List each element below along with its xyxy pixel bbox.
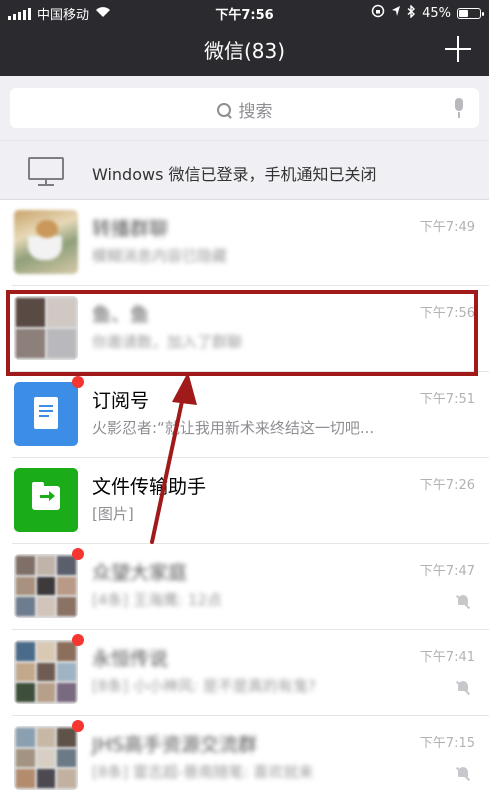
chat-name: 永恒传说 bbox=[92, 648, 169, 670]
unread-dot bbox=[72, 376, 84, 388]
chat-name: 众望大家庭 bbox=[92, 562, 188, 584]
subscription-document-icon bbox=[34, 397, 58, 429]
avatar bbox=[14, 210, 78, 274]
orientation-lock-icon bbox=[371, 4, 385, 22]
muted-bell-icon bbox=[455, 680, 471, 696]
avatar bbox=[14, 720, 84, 790]
chat-preview: 模糊消息内容已隐藏 bbox=[92, 247, 228, 265]
status-bar: 中国移动 下午7:56 45% bbox=[0, 0, 489, 24]
notice-text: Windows 微信已登录，手机通知已关闭 bbox=[92, 165, 377, 184]
bluetooth-icon bbox=[407, 3, 416, 22]
chat-preview: 你邀请数，加入了群聊 bbox=[92, 333, 243, 351]
avatar bbox=[14, 296, 78, 360]
monitor-icon bbox=[28, 157, 64, 187]
unread-dot bbox=[72, 548, 84, 560]
chat-time: 下午7:56 bbox=[419, 306, 475, 321]
battery-icon bbox=[457, 7, 484, 19]
chat-row[interactable]: 鱼、鱼 你邀请数，加入了群聊 下午7:56 bbox=[0, 286, 489, 372]
chat-time: 下午7:49 bbox=[419, 220, 475, 235]
chat-row-subscriptions[interactable]: 订阅号 火影忍者:“就让我用新术来终结这一切吧... 下午7:51 bbox=[0, 372, 489, 458]
chat-name: 鱼、鱼 bbox=[92, 304, 150, 326]
chat-row[interactable]: 转播群聊 模糊消息内容已隐藏 下午7:49 bbox=[0, 200, 489, 286]
folder-arrow-icon bbox=[32, 482, 60, 510]
chat-row-file-transfer[interactable]: 文件传输助手 [图片] 下午7:26 bbox=[0, 458, 489, 544]
desktop-login-notice[interactable]: Windows 微信已登录，手机通知已关闭 bbox=[0, 140, 489, 200]
nav-bar: 微信(83) bbox=[0, 24, 489, 76]
chat-preview: [4条] 王海鹰: 12点 bbox=[92, 591, 222, 609]
chat-name: 转播群聊 bbox=[92, 218, 169, 240]
avatar bbox=[14, 548, 84, 618]
chat-row[interactable]: 永恒传说 [8条] 小小神风: 是不是真的有鬼? 下午7:41 bbox=[0, 630, 489, 716]
search-area: 搜索 bbox=[0, 76, 489, 140]
search-icon bbox=[216, 103, 233, 119]
location-icon bbox=[391, 5, 401, 21]
avatar bbox=[14, 468, 78, 532]
search-placeholder: 搜索 bbox=[238, 102, 273, 122]
avatar bbox=[14, 376, 84, 446]
chat-preview: [图片] bbox=[92, 505, 134, 523]
chat-name: 文件传输助手 bbox=[92, 476, 207, 498]
unread-dot bbox=[72, 720, 84, 732]
chat-time: 下午7:41 bbox=[419, 650, 475, 665]
chat-name: JHS高手资源交流群 bbox=[92, 734, 257, 756]
chat-preview: [8条] 雷志超-普南随笔: 喜欢就来 bbox=[92, 763, 314, 781]
chat-list: 转播群聊 模糊消息内容已隐藏 下午7:49 鱼、鱼 你邀请数，加入了群聊 下午7… bbox=[0, 200, 489, 800]
unread-dot bbox=[72, 634, 84, 646]
muted-bell-icon bbox=[455, 766, 471, 782]
chat-time: 下午7:15 bbox=[419, 736, 475, 751]
add-plus-icon[interactable] bbox=[445, 36, 471, 62]
avatar bbox=[14, 634, 84, 704]
chat-row[interactable]: 众望大家庭 [4条] 王海鹰: 12点 下午7:47 bbox=[0, 544, 489, 630]
chat-preview: 火影忍者:“就让我用新术来终结这一切吧... bbox=[92, 419, 375, 437]
chat-time: 下午7:26 bbox=[419, 478, 475, 493]
muted-bell-icon bbox=[455, 594, 471, 610]
status-right: 45% bbox=[371, 3, 484, 22]
search-placeholder-row: 搜索 bbox=[10, 97, 479, 122]
chat-row[interactable]: JHS高手资源交流群 [8条] 雷志超-普南随笔: 喜欢就来 下午7:15 bbox=[0, 716, 489, 800]
chat-name: 订阅号 bbox=[92, 390, 150, 412]
page-title: 微信(83) bbox=[203, 39, 286, 63]
chat-preview: [8条] 小小神风: 是不是真的有鬼? bbox=[92, 677, 316, 695]
chat-time: 下午7:51 bbox=[419, 392, 475, 407]
battery-percent: 45% bbox=[422, 5, 451, 21]
search-input[interactable]: 搜索 bbox=[10, 88, 479, 128]
chat-time: 下午7:47 bbox=[419, 564, 475, 579]
microphone-icon[interactable] bbox=[453, 98, 465, 118]
battery-fill bbox=[459, 9, 468, 17]
